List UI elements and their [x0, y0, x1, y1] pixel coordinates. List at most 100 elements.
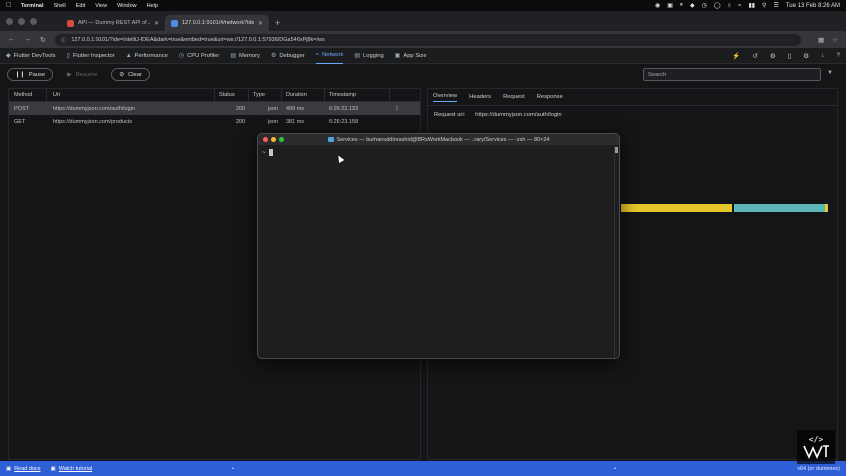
- tab-flutter-inspector[interactable]: ▯ Flutter Inspector: [67, 48, 115, 64]
- control-center-icon[interactable]: ☰: [773, 2, 778, 9]
- close-window-icon[interactable]: [6, 17, 13, 25]
- tab-response[interactable]: Response: [537, 94, 563, 100]
- read-docs-link[interactable]: ▣ Read docs: [6, 466, 41, 472]
- bookmark-star-icon[interactable]: ☆: [832, 36, 838, 44]
- timing-bar: [621, 204, 832, 212]
- channel-logo: </>: [797, 430, 835, 464]
- row-more-icon[interactable]: ⋮: [390, 106, 404, 112]
- menu-shell[interactable]: Shell: [54, 3, 66, 9]
- filter-icon[interactable]: ▼: [827, 70, 833, 76]
- row-timestamp: 6:26:22.133: [329, 105, 359, 112]
- terminal-title-text: Services — burhanuddinrashid@BRsWorkMacb…: [336, 136, 550, 143]
- network-controls: ❙❙ Pause ▶ Resume ⊘ Clear: [7, 68, 150, 81]
- menu-app-terminal[interactable]: Terminal: [21, 3, 44, 9]
- devtools-icon: ◆: [6, 53, 11, 59]
- history-icon[interactable]: ↺: [752, 52, 757, 60]
- lightning-icon[interactable]: ⚡: [732, 52, 740, 60]
- minimize-window-icon[interactable]: [18, 17, 25, 25]
- settings-icon[interactable]: ⚙: [770, 52, 776, 60]
- request-uri-row: Request uri: https://dummyjson.com/auth/…: [428, 106, 837, 124]
- forward-arrow-icon[interactable]: →: [24, 36, 31, 43]
- tab-label: Flutter DevTools: [13, 52, 56, 59]
- tab-memory[interactable]: ▤ Memory: [230, 48, 260, 64]
- phone-icon: ▯: [66, 53, 70, 59]
- tab-request[interactable]: Request: [503, 94, 525, 100]
- browser-toolbar-icons: ▦ ☆: [818, 36, 838, 44]
- terminal-window[interactable]: Services — burhanuddinrashid@BRsWorkMacb…: [257, 133, 620, 359]
- bluetooth-icon[interactable]: ᛟ: [728, 3, 732, 9]
- tab-performance[interactable]: ▲ Performance: [126, 48, 168, 64]
- detail-tabs: Overview Headers Request Response: [428, 89, 837, 106]
- circle-icon[interactable]: ◯: [714, 2, 721, 9]
- scrollbar-thumb[interactable]: [615, 147, 618, 153]
- menu-window[interactable]: Window: [117, 3, 137, 9]
- column-timestamp[interactable]: Timestamp: [325, 88, 390, 102]
- column-type[interactable]: Type: [249, 88, 282, 102]
- address-bar[interactable]: ⓘ 127.0.0.1:9101/?ide=IntelliJ-IDEA&dark…: [54, 33, 802, 46]
- gear-icon[interactable]: ⚙: [803, 52, 809, 60]
- qr-code-icon[interactable]: ▦: [818, 36, 824, 44]
- status-version: v64 (or dummies): [797, 465, 840, 472]
- terminal-scrollbar[interactable]: [614, 146, 619, 358]
- status-separator-icon: •: [232, 465, 235, 472]
- battery-icon[interactable]: ▮▮: [748, 2, 755, 9]
- clear-button[interactable]: ⊘ Clear: [111, 68, 150, 81]
- menu-help[interactable]: Help: [147, 3, 158, 9]
- logging-icon: ▤: [354, 53, 361, 59]
- new-tab-icon[interactable]: +: [275, 18, 280, 28]
- search-input[interactable]: Search: [643, 68, 821, 81]
- browser-tab-devtools[interactable]: 127.0.0.1:9101/#/network?ide=Intell ✕: [165, 15, 269, 31]
- menu-view[interactable]: View: [95, 3, 107, 9]
- tab-label: Logging: [363, 52, 384, 59]
- devtools-favicon-icon: [171, 19, 178, 27]
- tab-overview[interactable]: Overview: [433, 93, 458, 102]
- terminal-body[interactable]: ~: [258, 145, 619, 358]
- performance-icon: ▲: [125, 52, 132, 59]
- pause-button[interactable]: ❙❙ Pause: [7, 68, 54, 81]
- tab-network[interactable]: ≈ Network: [315, 48, 344, 64]
- record-icon[interactable]: ◉: [655, 2, 660, 9]
- column-method[interactable]: Method: [9, 88, 47, 102]
- tab-cpu-profiler[interactable]: ◷ CPU Profiler: [179, 48, 219, 64]
- devtools-actions: ⚡ ↺ ⚙ ▯ ⚙ ↓ ?: [732, 52, 840, 60]
- site-info-icon[interactable]: ⓘ: [61, 36, 67, 44]
- text-cursor: [268, 149, 273, 156]
- request-uri-value[interactable]: https://dummyjson.com/auth/login: [475, 112, 561, 118]
- back-arrow-icon[interactable]: ←: [8, 36, 15, 43]
- row-status: 200: [235, 118, 245, 125]
- browser-tab-dummyjson[interactable]: API — Dummy REST API of JSO ✕: [61, 15, 165, 31]
- help-icon[interactable]: ?: [836, 52, 840, 60]
- shield-icon[interactable]: ◆: [690, 2, 695, 9]
- row-duration: 381 ms: [286, 118, 305, 125]
- menu-edit[interactable]: Edit: [76, 3, 85, 9]
- download-icon[interactable]: ↓: [821, 52, 824, 60]
- watch-tutorial-label: Watch tutorial: [58, 465, 93, 472]
- apple-icon[interactable]: : [6, 2, 13, 9]
- extensions-icon[interactable]: ▯: [788, 52, 792, 60]
- table-row[interactable]: POST https://dummyjson.com/auth/login 20…: [9, 102, 420, 115]
- terminal-titlebar[interactable]: Services — burhanuddinrashid@BRsWorkMacb…: [258, 134, 619, 145]
- screen-icon[interactable]: ▣: [667, 2, 673, 9]
- tab-app-size[interactable]: ▣ App Size: [395, 48, 427, 64]
- resume-button[interactable]: ▶ Resume: [59, 68, 105, 81]
- menubar-clock[interactable]: Tue 13 Feb 8:26 AM: [786, 3, 840, 9]
- table-row[interactable]: GET https://dummyjson.com/products 200 j…: [9, 115, 420, 128]
- close-tab-icon[interactable]: ✕: [154, 20, 159, 27]
- watch-tutorial-link[interactable]: ▣ Watch tutorial: [51, 466, 93, 472]
- tab-debugger[interactable]: ⚙ Debugger: [271, 48, 305, 64]
- fullscreen-window-icon[interactable]: [30, 17, 37, 25]
- tab-logging[interactable]: ▤ Logging: [354, 48, 383, 64]
- clock-icon[interactable]: ◷: [702, 2, 707, 9]
- video-icon: ▣: [50, 465, 56, 472]
- column-duration[interactable]: Duration: [282, 88, 325, 102]
- column-status[interactable]: Status: [215, 88, 249, 102]
- search-icon[interactable]: ⚲: [762, 2, 766, 9]
- pause-circle-icon[interactable]: ⏸: [680, 2, 683, 9]
- tab-flutter-devtools[interactable]: ◆ Flutter DevTools: [6, 48, 56, 64]
- tab-headers[interactable]: Headers: [469, 94, 491, 100]
- column-uri[interactable]: Uri: [47, 88, 215, 102]
- reload-icon[interactable]: ↻: [40, 36, 46, 44]
- tab-label: Flutter Inspector: [72, 52, 115, 59]
- wifi-icon[interactable]: ≈: [738, 3, 741, 9]
- close-tab-icon[interactable]: ✕: [258, 20, 263, 27]
